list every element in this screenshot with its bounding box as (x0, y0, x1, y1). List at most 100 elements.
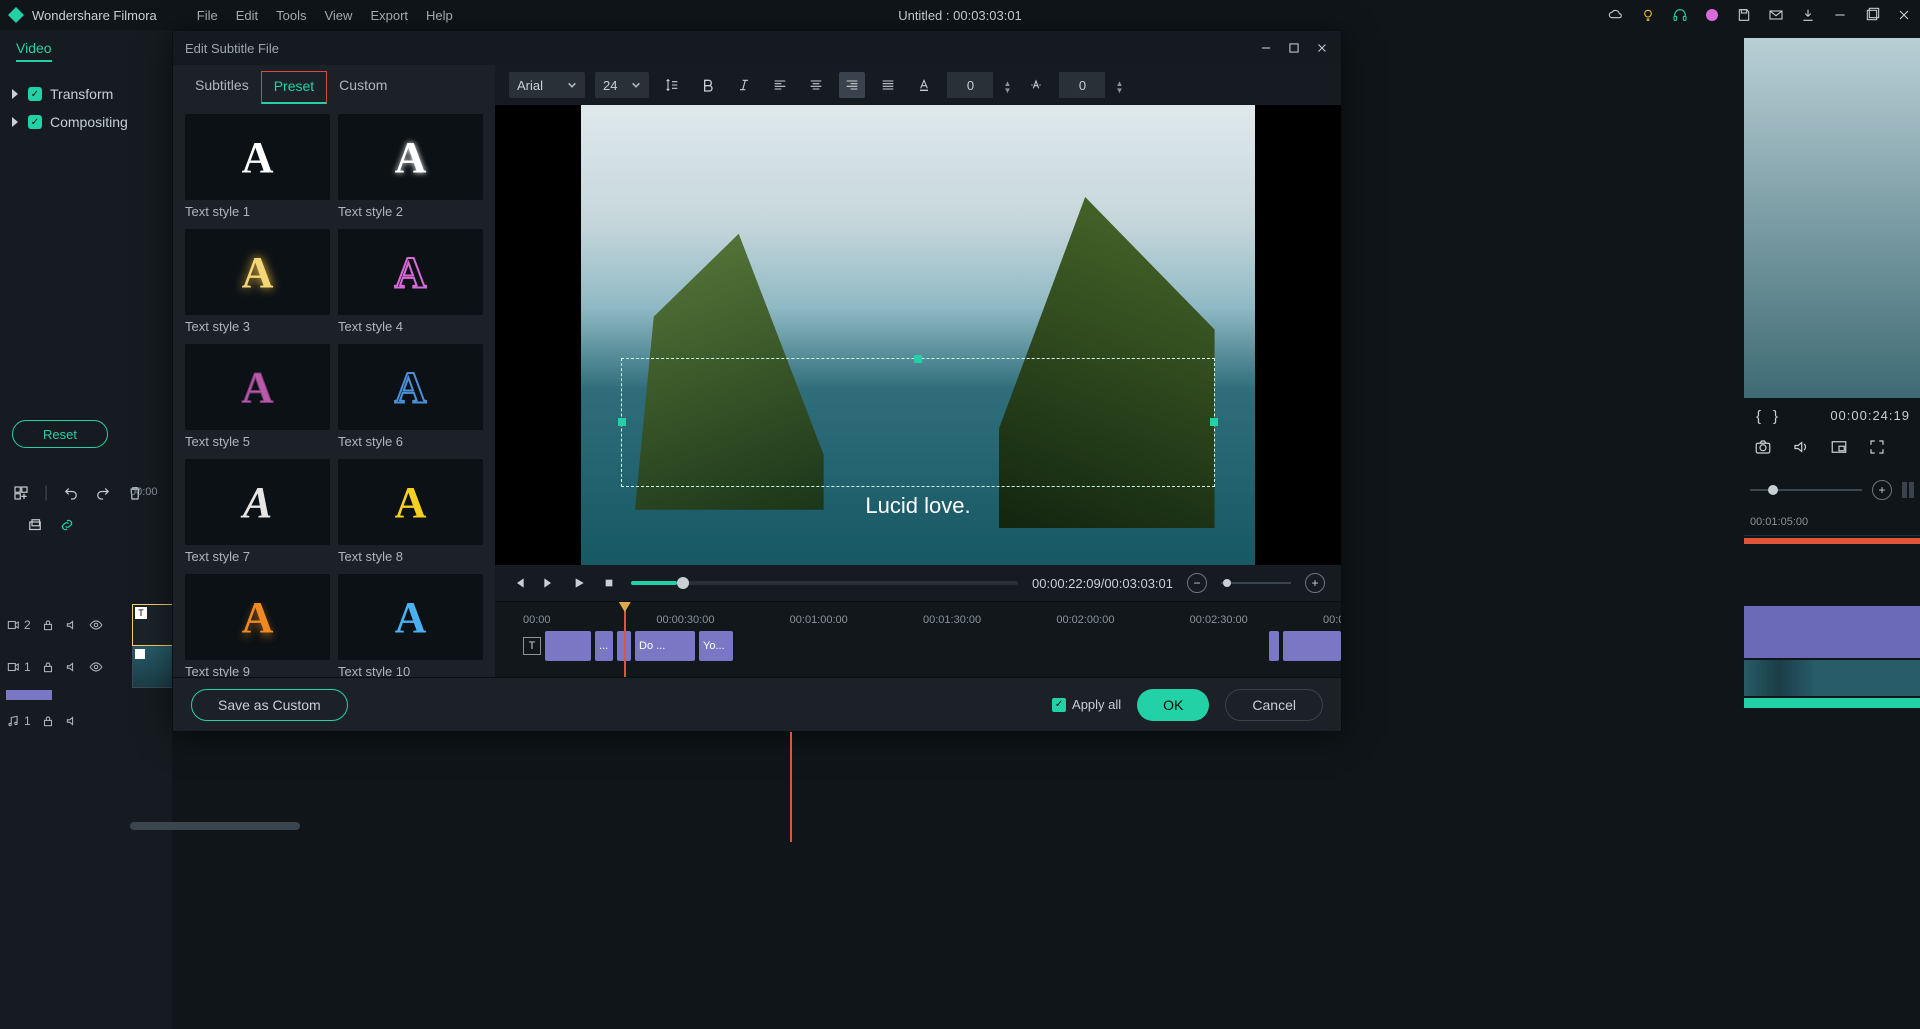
align-center-button[interactable] (803, 72, 829, 98)
menu-edit[interactable]: Edit (236, 8, 258, 23)
italic-button[interactable] (731, 72, 757, 98)
subtitle-playhead[interactable] (624, 602, 626, 677)
preset-card[interactable]: AText style 9 (185, 574, 330, 677)
line-spacing-stepper[interactable]: ▲▼ (1115, 79, 1125, 92)
font-select[interactable]: Arial (509, 72, 585, 98)
subtitle-segment[interactable] (1283, 631, 1341, 661)
progress-slider[interactable] (631, 581, 1018, 585)
subtitle-segment[interactable]: Do ... (635, 631, 695, 661)
add-track-icon[interactable] (12, 484, 30, 502)
subtitle-segment[interactable] (1269, 631, 1279, 661)
menu-export[interactable]: Export (370, 8, 408, 23)
preset-card[interactable]: AText style 5 (185, 344, 330, 449)
preset-card[interactable]: AText style 6 (338, 344, 483, 449)
align-left-button[interactable] (767, 72, 793, 98)
track-header-video-1[interactable]: 1 (6, 646, 172, 688)
window-minimize-icon[interactable] (1832, 7, 1848, 23)
lock-icon[interactable] (41, 714, 55, 728)
mail-icon[interactable] (1768, 7, 1784, 23)
text-color-button[interactable] (911, 72, 937, 98)
headset-icon[interactable] (1672, 7, 1688, 23)
cancel-button[interactable]: Cancel (1225, 689, 1323, 721)
next-frame-button[interactable] (541, 575, 557, 591)
crop-icon[interactable] (26, 516, 44, 534)
apply-all-checkbox[interactable]: ✓ Apply all (1052, 697, 1121, 712)
text-selection-box[interactable] (621, 358, 1214, 487)
preset-card[interactable]: AText style 3 (185, 229, 330, 334)
inspector-section-compositing[interactable]: ✓ Compositing (0, 108, 172, 136)
link-icon[interactable] (58, 516, 76, 534)
lock-icon[interactable] (41, 618, 55, 632)
save-as-custom-button[interactable]: Save as Custom (191, 689, 348, 721)
char-spacing-stepper[interactable]: ▲▼ (1003, 79, 1013, 92)
window-maximize-icon[interactable] (1864, 7, 1880, 23)
zoom-out-button[interactable]: − (1187, 573, 1207, 593)
resize-handle-icon[interactable] (1210, 418, 1218, 426)
zoom-slider[interactable] (1750, 489, 1862, 491)
lock-icon[interactable] (41, 660, 55, 674)
tab-subtitles[interactable]: Subtitles (183, 71, 261, 104)
track-header-video-2[interactable]: 2 T (6, 604, 172, 646)
eye-icon[interactable] (89, 618, 103, 632)
tab-custom[interactable]: Custom (327, 71, 399, 104)
bold-button[interactable] (695, 72, 721, 98)
stop-button[interactable] (601, 575, 617, 591)
preset-card[interactable]: AText style 2 (338, 114, 483, 219)
main-audio-clip[interactable] (1744, 698, 1920, 708)
resize-handle-icon[interactable] (914, 355, 922, 363)
mute-icon[interactable] (65, 660, 79, 674)
preset-card[interactable]: AText style 4 (338, 229, 483, 334)
zoom-in-button[interactable]: + (1305, 573, 1325, 593)
pip-icon[interactable] (1830, 438, 1848, 456)
line-spacing-input[interactable]: 0 (1059, 72, 1105, 98)
main-video-clip[interactable] (1744, 606, 1920, 658)
window-close-icon[interactable] (1896, 7, 1912, 23)
zoom-in-button[interactable]: + (1872, 480, 1892, 500)
checkbox-icon[interactable]: ✓ (28, 87, 42, 101)
ok-button[interactable]: OK (1137, 689, 1209, 721)
play-button[interactable] (571, 575, 587, 591)
main-footage-clip[interactable] (1744, 660, 1920, 696)
menu-view[interactable]: View (324, 8, 352, 23)
fullscreen-icon[interactable] (1868, 438, 1886, 456)
track-header-audio-1[interactable]: 1 (6, 700, 172, 742)
download-icon[interactable] (1800, 7, 1816, 23)
save-icon[interactable] (1736, 7, 1752, 23)
tab-preset[interactable]: Preset (261, 71, 327, 104)
dialog-close-icon[interactable] (1315, 41, 1329, 55)
subtitle-preview[interactable]: Lucid love. (495, 105, 1341, 565)
redo-icon[interactable] (94, 484, 112, 502)
preset-card[interactable]: AText style 8 (338, 459, 483, 564)
subtitle-segment[interactable]: ... (595, 631, 613, 661)
align-justify-button[interactable] (875, 72, 901, 98)
zoom-slider[interactable] (1221, 582, 1291, 584)
mark-out-icon[interactable]: } (1773, 408, 1778, 425)
resize-handle-icon[interactable] (618, 418, 626, 426)
mute-icon[interactable] (65, 714, 79, 728)
char-spacing-input[interactable]: 0 (947, 72, 993, 98)
align-right-button[interactable] (839, 72, 865, 98)
menu-tools[interactable]: Tools (276, 8, 306, 23)
cloud-icon[interactable] (1608, 7, 1624, 23)
inspector-section-transform[interactable]: ✓ Transform (0, 80, 172, 108)
volume-icon[interactable] (1792, 438, 1810, 456)
snapshot-icon[interactable] (1754, 438, 1772, 456)
inspector-tab-video[interactable]: Video (16, 40, 52, 62)
mark-in-icon[interactable]: { (1756, 408, 1761, 425)
preset-card[interactable]: AText style 7 (185, 459, 330, 564)
menu-file[interactable]: File (197, 8, 218, 23)
preset-card[interactable]: AText style 1 (185, 114, 330, 219)
avatar-icon[interactable] (1704, 7, 1720, 23)
preset-card[interactable]: AText style 10 (338, 574, 483, 677)
tracking-icon[interactable] (1023, 72, 1049, 98)
reset-button[interactable]: Reset (12, 420, 108, 448)
mute-icon[interactable] (65, 618, 79, 632)
idea-icon[interactable] (1640, 7, 1656, 23)
menu-help[interactable]: Help (426, 8, 453, 23)
prev-frame-button[interactable] (511, 575, 527, 591)
line-height-icon[interactable] (659, 72, 685, 98)
timeline-scrollbar[interactable] (130, 822, 300, 830)
subtitle-segment[interactable]: Yo... (699, 631, 733, 661)
dialog-minimize-icon[interactable] (1259, 41, 1273, 55)
checkbox-icon[interactable]: ✓ (28, 115, 42, 129)
